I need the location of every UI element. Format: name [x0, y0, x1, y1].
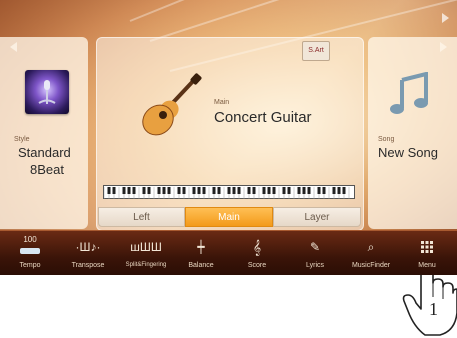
menu-icon — [404, 237, 450, 257]
guitar-icon — [132, 72, 207, 147]
style-category-label: Style — [14, 136, 30, 143]
black-key — [212, 187, 216, 194]
black-key — [182, 187, 186, 194]
black-key — [162, 187, 166, 194]
black-key — [142, 187, 146, 194]
balance-button[interactable]: ┿ Balance — [178, 231, 224, 275]
callout-area: 1 — [0, 275, 457, 338]
black-key — [297, 187, 301, 194]
split-fingering-label: Split&Fingering — [125, 262, 167, 268]
black-key — [282, 187, 286, 194]
score-button[interactable]: 𝄞 Score — [234, 231, 280, 275]
black-key — [307, 187, 311, 194]
tempo-value: 100 — [23, 235, 37, 244]
bottom-toolbar: 100 Tempo ·Ш♪· Transpose шШШ Split&Finge… — [0, 230, 457, 275]
lyrics-button[interactable]: ✎ Lyrics — [292, 231, 338, 275]
black-key — [147, 187, 151, 194]
black-key — [177, 187, 181, 194]
style-name-line1: Standard — [18, 145, 71, 160]
background-streak — [129, 0, 446, 22]
black-key — [227, 187, 231, 194]
black-key — [122, 187, 126, 194]
black-key — [197, 187, 201, 194]
black-key — [252, 187, 256, 194]
black-key — [332, 187, 336, 194]
sart-badge[interactable]: S.Art — [302, 41, 330, 61]
main-category-label: Main — [214, 99, 230, 106]
transpose-label: Transpose — [71, 262, 105, 269]
menu-label: Menu — [418, 262, 436, 269]
black-key — [317, 187, 321, 194]
lyrics-icon: ✎ — [309, 240, 321, 254]
tempo-button[interactable]: 100 Tempo — [4, 231, 56, 275]
black-key — [132, 187, 136, 194]
song-category-label: Song — [378, 136, 395, 143]
transpose-icon: ·Ш♪· — [75, 240, 101, 254]
balance-label: Balance — [188, 262, 214, 269]
screen: Style Standard 8Beat S.Art Main Concert … — [0, 0, 457, 275]
musicfinder-label: MusicFinder — [351, 262, 391, 269]
split-fingering-icon: шШШ — [130, 240, 162, 254]
black-key — [237, 187, 241, 194]
tab-left[interactable]: Left — [98, 207, 185, 227]
black-key — [247, 187, 251, 194]
score-icon: 𝄞 — [252, 239, 262, 255]
keyboard-graphic — [103, 185, 355, 199]
musicfinder-button[interactable]: ⌕ MusicFinder — [342, 231, 400, 275]
black-key — [127, 187, 131, 194]
black-key — [192, 187, 196, 194]
black-key — [232, 187, 236, 194]
black-key — [157, 187, 161, 194]
tempo-label: Tempo — [19, 262, 41, 269]
style-panel[interactable] — [0, 37, 88, 229]
black-key — [267, 187, 271, 194]
black-key — [107, 187, 111, 194]
musicfinder-icon: ⌕ — [367, 240, 375, 254]
transpose-button[interactable]: ·Ш♪· Transpose — [60, 231, 116, 275]
style-name-line2: 8Beat — [30, 162, 64, 177]
song-panel[interactable] — [368, 37, 457, 229]
black-key — [287, 187, 291, 194]
black-key — [322, 187, 326, 194]
score-label: Score — [247, 262, 267, 269]
style-thumbnail-icon — [25, 70, 69, 114]
black-key — [337, 187, 341, 194]
main-voice-name: Concert Guitar — [214, 109, 312, 126]
music-note-icon — [390, 71, 430, 116]
black-key — [167, 187, 171, 194]
black-key — [202, 187, 206, 194]
black-key — [342, 187, 346, 194]
song-name: New Song — [378, 145, 438, 160]
black-key — [272, 187, 276, 194]
menu-button[interactable]: Menu — [404, 231, 450, 275]
callout-step-number: 1 — [429, 299, 438, 319]
tab-layer[interactable]: Layer — [273, 207, 361, 227]
black-key — [217, 187, 221, 194]
scroll-right-top-arrow-icon[interactable] — [442, 13, 449, 23]
balance-icon: ┿ — [197, 240, 205, 254]
black-key — [112, 187, 116, 194]
black-key — [262, 187, 266, 194]
black-key — [302, 187, 306, 194]
tempo-icon — [20, 248, 40, 254]
tab-main[interactable]: Main — [185, 207, 273, 227]
lyrics-label: Lyrics — [305, 262, 325, 269]
split-fingering-button[interactable]: шШШ Split&Fingering — [116, 231, 176, 275]
